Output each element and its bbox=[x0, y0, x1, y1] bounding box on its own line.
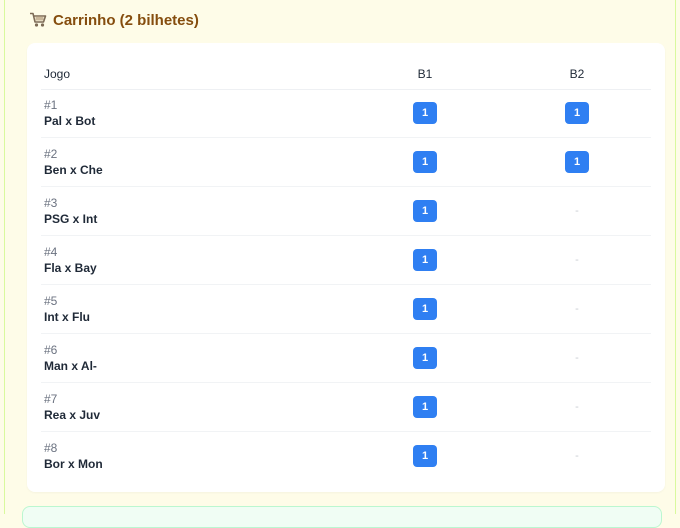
selection-badge[interactable]: 1 bbox=[413, 396, 437, 418]
game-number: #7 bbox=[44, 392, 58, 406]
cell-b1: 1 bbox=[405, 297, 445, 321]
column-header-b1: B1 bbox=[417, 67, 433, 81]
table-header: Jogo B1 B2 bbox=[41, 59, 651, 90]
game-number: #6 bbox=[44, 343, 58, 357]
cell-b2: - bbox=[557, 248, 597, 272]
cart-panel: Carrinho (2 bilhetes) Jogo B1 B2 #1 Pal x… bbox=[4, 0, 676, 514]
table-row: #2 Ben x Che 1 1 bbox=[41, 138, 651, 187]
game-match: Ben x Che bbox=[44, 163, 103, 177]
empty-selection: - bbox=[575, 254, 579, 266]
game-match: Fla x Bay bbox=[44, 261, 97, 275]
table-row: #1 Pal x Bot 1 1 bbox=[41, 89, 651, 138]
game-number: #8 bbox=[44, 441, 58, 455]
column-header-b2: B2 bbox=[569, 67, 585, 81]
empty-selection: - bbox=[575, 303, 579, 315]
game-number: #5 bbox=[44, 294, 58, 308]
selection-badge[interactable]: 1 bbox=[413, 347, 437, 369]
game-number: #4 bbox=[44, 245, 58, 259]
selection-badge[interactable]: 1 bbox=[413, 200, 437, 222]
game-match: Rea x Juv bbox=[44, 408, 101, 422]
cart-title: Carrinho (2 bilhetes) bbox=[53, 11, 199, 29]
table-row: #8 Bor x Mon 1 - bbox=[41, 432, 651, 480]
selection-badge[interactable]: 1 bbox=[413, 249, 437, 271]
summary-card bbox=[22, 506, 662, 528]
cell-b1: 1 bbox=[405, 150, 445, 174]
cell-b1: 1 bbox=[405, 346, 445, 370]
cell-b1: 1 bbox=[405, 199, 445, 223]
table-row: #7 Rea x Juv 1 - bbox=[41, 383, 651, 432]
game-match: Man x Al- bbox=[44, 359, 97, 373]
game-match: Pal x Bot bbox=[44, 114, 96, 128]
shopping-cart-icon bbox=[29, 12, 47, 28]
cart-header: Carrinho (2 bilhetes) bbox=[29, 8, 199, 32]
game-number: #2 bbox=[44, 147, 58, 161]
empty-selection: - bbox=[575, 352, 579, 364]
cell-b2: - bbox=[557, 199, 597, 223]
empty-selection: - bbox=[575, 450, 579, 462]
cell-b1: 1 bbox=[405, 248, 445, 272]
table-row: #4 Fla x Bay 1 - bbox=[41, 236, 651, 285]
game-match: PSG x Int bbox=[44, 212, 98, 226]
selection-badge[interactable]: 1 bbox=[413, 151, 437, 173]
empty-selection: - bbox=[575, 205, 579, 217]
cell-b2: - bbox=[557, 444, 597, 468]
column-header-game: Jogo bbox=[44, 67, 71, 81]
cell-b1: 1 bbox=[405, 444, 445, 468]
cell-b2: 1 bbox=[557, 150, 597, 174]
selection-badge[interactable]: 1 bbox=[565, 102, 589, 124]
game-match: Bor x Mon bbox=[44, 457, 103, 471]
table-row: #3 PSG x Int 1 - bbox=[41, 187, 651, 236]
game-number: #3 bbox=[44, 196, 58, 210]
cell-b2: 1 bbox=[557, 101, 597, 125]
game-match: Int x Flu bbox=[44, 310, 90, 324]
table-row: #6 Man x Al- 1 - bbox=[41, 334, 651, 383]
cell-b2: - bbox=[557, 395, 597, 419]
cell-b2: - bbox=[557, 346, 597, 370]
empty-selection: - bbox=[575, 401, 579, 413]
tickets-table: Jogo B1 B2 #1 Pal x Bot 1 1 #2 Ben x Che 1 1 #3 P… bbox=[27, 43, 665, 492]
selection-badge[interactable]: 1 bbox=[413, 102, 437, 124]
selection-badge[interactable]: 1 bbox=[565, 151, 589, 173]
selection-badge[interactable]: 1 bbox=[413, 445, 437, 467]
cell-b1: 1 bbox=[405, 395, 445, 419]
table-row: #5 Int x Flu 1 - bbox=[41, 285, 651, 334]
selection-badge[interactable]: 1 bbox=[413, 298, 437, 320]
game-number: #1 bbox=[44, 98, 58, 112]
cell-b2: - bbox=[557, 297, 597, 321]
cell-b1: 1 bbox=[405, 101, 445, 125]
